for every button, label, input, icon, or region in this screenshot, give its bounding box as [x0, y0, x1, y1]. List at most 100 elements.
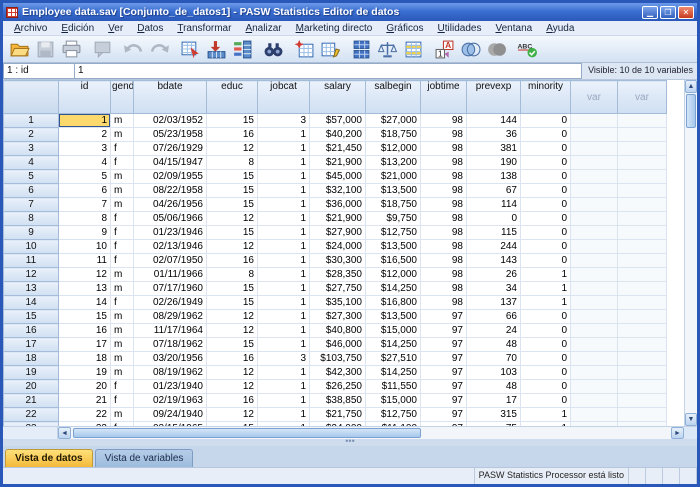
cell[interactable]: 190	[467, 156, 521, 170]
cell[interactable]: 0	[521, 324, 571, 338]
cell[interactable]: $16,500	[366, 254, 421, 268]
row-header[interactable]: 12	[4, 268, 59, 282]
cell[interactable]: 17	[467, 394, 521, 408]
row-header[interactable]: 20	[4, 380, 59, 394]
cell[interactable]: 36	[467, 128, 521, 142]
cell[interactable]: 16	[207, 254, 258, 268]
cell[interactable]	[618, 394, 667, 408]
cell[interactable]: 1	[258, 240, 310, 254]
spell-check-icon[interactable]: ABC	[515, 37, 540, 61]
cell[interactable]: $9,750	[366, 212, 421, 226]
column-header-gender[interactable]: gender	[111, 81, 134, 114]
cell[interactable]: 1	[521, 296, 571, 310]
cell[interactable]: 0	[521, 338, 571, 352]
cell[interactable]: 48	[467, 338, 521, 352]
cell[interactable]: 97	[421, 380, 467, 394]
row-header[interactable]: 14	[4, 296, 59, 310]
cell[interactable]	[618, 352, 667, 366]
cell[interactable]: 26	[467, 268, 521, 282]
cell[interactable]: $14,250	[366, 338, 421, 352]
close-button[interactable]: ✕	[678, 6, 694, 19]
cell[interactable]	[571, 226, 618, 240]
column-header-var2[interactable]: var	[618, 81, 667, 114]
cell[interactable]: 5	[59, 170, 111, 184]
cell[interactable]: $12,000	[366, 142, 421, 156]
cell[interactable]: m	[111, 114, 134, 128]
cell[interactable]: 98	[421, 198, 467, 212]
cell[interactable]	[571, 268, 618, 282]
cell[interactable]: 17	[59, 338, 111, 352]
cell[interactable]: 1	[258, 268, 310, 282]
cell[interactable]: 70	[467, 352, 521, 366]
cell[interactable]: 1	[258, 324, 310, 338]
cell[interactable]: 12	[207, 366, 258, 380]
cell[interactable]: $27,750	[310, 282, 366, 296]
cell[interactable]: 16	[207, 128, 258, 142]
cell[interactable]	[571, 254, 618, 268]
cell[interactable]: 1	[258, 254, 310, 268]
cell[interactable]: $27,300	[310, 310, 366, 324]
column-header-prevexp[interactable]: prevexp	[467, 81, 521, 114]
cell[interactable]: $13,500	[366, 240, 421, 254]
cell[interactable]	[618, 184, 667, 198]
cell[interactable]: 1	[258, 128, 310, 142]
cell[interactable]: m	[111, 128, 134, 142]
cell[interactable]: 12	[207, 324, 258, 338]
split-file-icon[interactable]	[349, 37, 374, 61]
row-header[interactable]: 3	[4, 142, 59, 156]
cell[interactable]: 97	[421, 394, 467, 408]
cell-editor-input[interactable]: 1	[75, 63, 582, 79]
cell[interactable]: $15,000	[366, 394, 421, 408]
cell[interactable]: 144	[467, 114, 521, 128]
menu-edición[interactable]: Edición	[54, 23, 101, 34]
cell[interactable]: 1	[521, 408, 571, 422]
cell[interactable]: 97	[421, 338, 467, 352]
cell[interactable]: 12	[207, 240, 258, 254]
cell[interactable]	[571, 142, 618, 156]
cell[interactable]: 381	[467, 142, 521, 156]
cell[interactable]	[618, 324, 667, 338]
cell[interactable]: 24	[467, 324, 521, 338]
cell[interactable]: 97	[421, 310, 467, 324]
horizontal-scroll-track[interactable]	[71, 427, 671, 439]
cell[interactable]: $42,300	[310, 366, 366, 380]
cell[interactable]: 15	[207, 198, 258, 212]
cell[interactable]: 98	[421, 254, 467, 268]
cell[interactable]: $21,750	[310, 408, 366, 422]
cell[interactable]: 01/11/1966	[134, 268, 207, 282]
cell[interactable]: $13,500	[366, 184, 421, 198]
cell[interactable]: 1	[258, 394, 310, 408]
cell[interactable]: 0	[521, 310, 571, 324]
cell[interactable]: 97	[421, 408, 467, 422]
cell[interactable]: 1	[258, 156, 310, 170]
cell[interactable]: 0	[521, 226, 571, 240]
cell[interactable]: 15	[207, 226, 258, 240]
row-header[interactable]: 17	[4, 338, 59, 352]
menu-analizar[interactable]: Analizar	[238, 23, 288, 34]
cell[interactable]	[571, 394, 618, 408]
cell[interactable]: 1	[521, 282, 571, 296]
cell[interactable]: 15	[207, 296, 258, 310]
cell[interactable]: 98	[421, 156, 467, 170]
cell[interactable]: m	[111, 324, 134, 338]
row-header[interactable]: 22	[4, 408, 59, 422]
cell[interactable]: 97	[421, 324, 467, 338]
cell[interactable]: 05/23/1958	[134, 128, 207, 142]
cell[interactable]: 0	[467, 212, 521, 226]
cell[interactable]: f	[111, 254, 134, 268]
cell[interactable]: 315	[467, 408, 521, 422]
cell[interactable]: $12,750	[366, 226, 421, 240]
cell[interactable]: 98	[421, 240, 467, 254]
cell[interactable]	[618, 408, 667, 422]
cell[interactable]: m	[111, 352, 134, 366]
cell[interactable]: 15	[207, 338, 258, 352]
cell[interactable]	[571, 184, 618, 198]
cell[interactable]: 1	[258, 296, 310, 310]
weight-cases-icon[interactable]	[375, 37, 400, 61]
cell[interactable]: $16,800	[366, 296, 421, 310]
cell[interactable]: $15,000	[366, 324, 421, 338]
cell[interactable]: 1	[258, 338, 310, 352]
insert-variable-icon[interactable]	[318, 37, 343, 61]
cell[interactable]: $38,850	[310, 394, 366, 408]
column-header-var1[interactable]: var	[571, 81, 618, 114]
